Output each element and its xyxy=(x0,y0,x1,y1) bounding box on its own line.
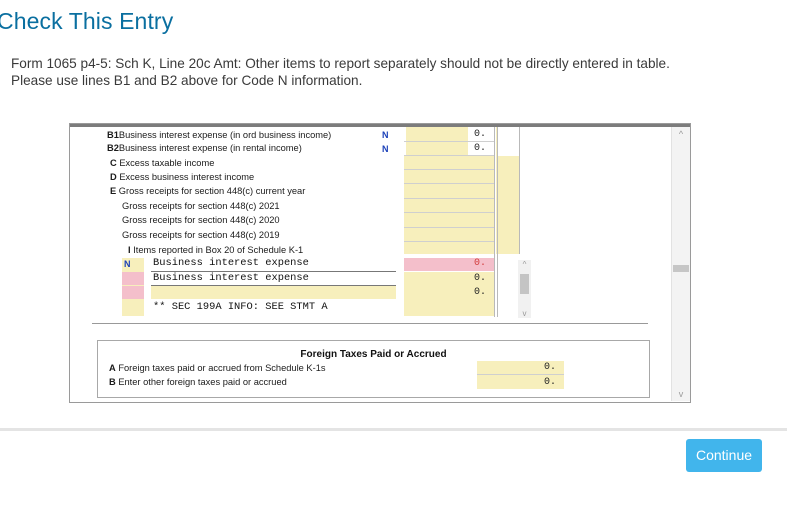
row-gross-2020: Gross receipts for section 448(c) 2020 xyxy=(122,215,280,225)
items-scroll-thumb[interactable] xyxy=(520,274,529,294)
foreign-taxes-title: Foreign Taxes Paid or Accrued xyxy=(300,349,447,360)
foreign-row-a-value[interactable]: 0. xyxy=(498,362,556,373)
foreign-row-b-value[interactable]: 0. xyxy=(498,377,556,388)
message-line-2: Please use lines B1 and B2 above for Cod… xyxy=(11,73,363,88)
chevron-up-icon[interactable]: ^ xyxy=(518,260,531,269)
row-b1: B1Business interest expense (in ord busi… xyxy=(107,130,332,140)
continue-button[interactable]: Continue xyxy=(686,439,762,472)
form-preview: B1Business interest expense (in ord busi… xyxy=(69,123,691,403)
items-row-2-description[interactable]: Business interest expense xyxy=(153,273,309,284)
row-b2: B2Business interest expense (in rental i… xyxy=(107,143,302,153)
entry-column-extra xyxy=(497,156,519,254)
items-code-cell-3[interactable] xyxy=(122,286,144,299)
row-gross-2019: Gross receipts for section 448(c) 2019 xyxy=(122,230,280,240)
section-divider xyxy=(92,323,648,324)
row-d: D Excess business interest income xyxy=(110,172,255,182)
items-table-header: I Items reported in Box 20 of Schedule K… xyxy=(128,245,304,255)
form-top-border xyxy=(70,124,690,127)
row-c: C Excess taxable income xyxy=(110,158,215,168)
row-e: E Gross receipts for section 448(c) curr… xyxy=(110,186,306,196)
entry-column-amounts xyxy=(404,156,494,254)
row-gross-2021: Gross receipts for section 448(c) 2021 xyxy=(122,201,280,211)
items-row-1-value[interactable]: 0. xyxy=(430,258,486,269)
scroll-down-icon[interactable]: v xyxy=(672,389,690,399)
items-row-1-description[interactable]: Business interest expense xyxy=(153,258,309,269)
row-b1-value[interactable]: 0. xyxy=(430,129,486,140)
foreign-taxes-box: Foreign Taxes Paid or Accrued A Foreign … xyxy=(97,340,650,398)
items-row-2-value[interactable]: 0. xyxy=(430,273,486,284)
message-line-1: Form 1065 p4-5: Sch K, Line 20c Amt: Oth… xyxy=(11,56,670,71)
items-code-cell-2[interactable] xyxy=(122,272,144,285)
form-scrollbar[interactable]: ^ v xyxy=(671,127,690,401)
foreign-row-a: A Foreign taxes paid or accrued from Sch… xyxy=(109,363,326,373)
dialog-title: Check This Entry xyxy=(0,8,174,34)
row-b1-code[interactable]: N xyxy=(382,130,389,140)
items-desc-cell-3[interactable] xyxy=(151,286,396,299)
items-row-4-description: ** SEC 199A INFO: SEE STMT A xyxy=(153,301,328,313)
foreign-row-b: B Enter other foreign taxes paid or accr… xyxy=(109,377,287,387)
row-b2-code[interactable]: N xyxy=(382,144,389,154)
items-row-3-value[interactable]: 0. xyxy=(430,287,486,298)
items-row-1-code[interactable]: N xyxy=(124,259,131,269)
dialog-message: Form 1065 p4-5: Sch K, Line 20c Amt: Oth… xyxy=(11,55,771,89)
row-b2-value[interactable]: 0. xyxy=(430,143,486,154)
scroll-up-icon[interactable]: ^ xyxy=(672,129,690,139)
form-scroll-thumb[interactable] xyxy=(673,265,689,272)
footer-divider xyxy=(0,428,787,431)
chevron-down-icon[interactable]: v xyxy=(518,309,531,318)
items-table-scrollbar[interactable]: ^ v xyxy=(518,260,531,318)
